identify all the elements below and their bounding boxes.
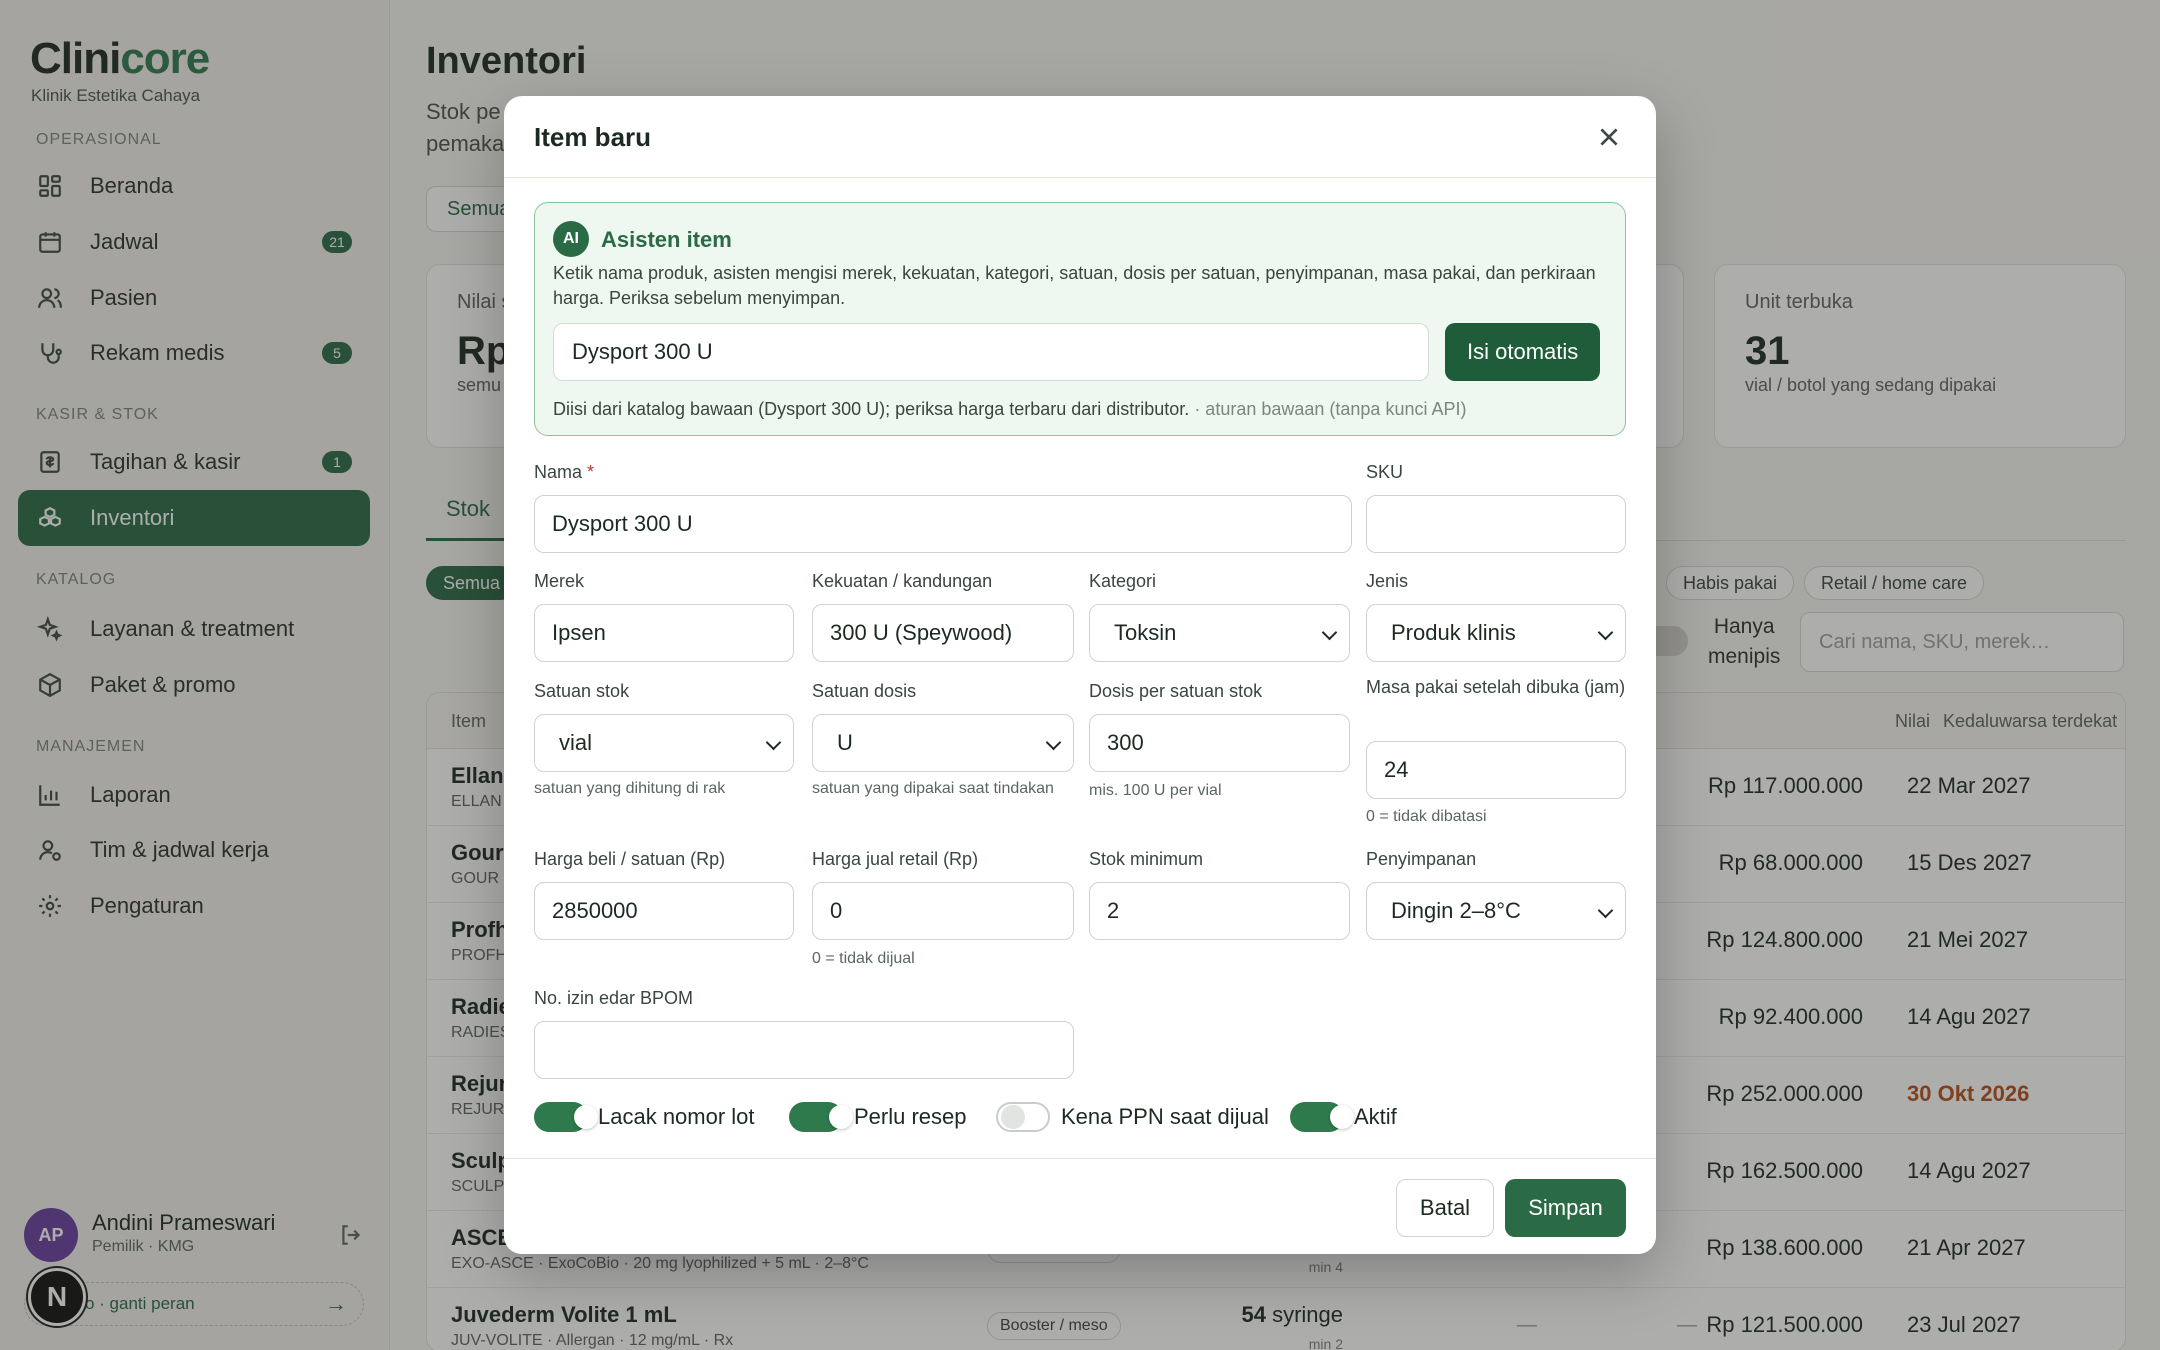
stock-unit-select[interactable]: vial	[534, 714, 794, 772]
new-item-dialog: Item baru AI Asisten item Ketik nama pro…	[504, 96, 1656, 1254]
label-kekuatan: Kekuatan / kandungan	[812, 571, 993, 591]
brand-field[interactable]: Ipsen	[534, 604, 794, 662]
toggle-knob	[829, 1105, 853, 1129]
dialog-title: Item baru	[534, 122, 652, 152]
label-satuan-dosis: Satuan dosis	[812, 681, 917, 701]
hint-harga-jual: 0 = tidak dijual	[812, 950, 915, 967]
hint-masa-pakai: 0 = tidak dibatasi	[1366, 808, 1487, 825]
label-merek: Merek	[534, 571, 585, 591]
dose-unit-select[interactable]: U	[812, 714, 1074, 772]
label-sku: SKU	[1366, 462, 1404, 482]
cancel-button[interactable]: Batal	[1396, 1179, 1494, 1237]
hint-satuan-dosis: satuan yang dipakai saat tindakan	[812, 780, 1054, 797]
sku-field[interactable]	[1366, 495, 1626, 553]
storage-select[interactable]: Dingin 2–8°C	[1366, 882, 1626, 940]
lot-tracking-label: Lacak nomor lot	[598, 1104, 755, 1129]
hint-dosis: mis. 100 U per vial	[1089, 782, 1222, 799]
lot-tracking-toggle[interactable]	[534, 1102, 598, 1132]
prescription-label: Perlu resep	[854, 1104, 967, 1129]
hint-satuan-stok: satuan yang dihitung di rak	[534, 780, 726, 797]
ai-badge: AI	[553, 221, 589, 257]
purchase-price-field[interactable]: 2850000	[534, 882, 794, 940]
type-select[interactable]: Produk klinis	[1366, 604, 1626, 662]
min-stock-field[interactable]: 2	[1089, 882, 1350, 940]
active-toggle[interactable]	[1290, 1102, 1354, 1132]
ai-note: Diisi dari katalog bawaan (Dysport 300 U…	[553, 399, 1467, 419]
label-jenis: Jenis	[1366, 571, 1409, 591]
autofill-button[interactable]: Isi otomatis	[1445, 323, 1601, 381]
label-stok-minimum: Stok minimum	[1089, 849, 1204, 869]
dose-per-unit-field[interactable]: 300	[1089, 714, 1350, 772]
toggle-knob	[1001, 1105, 1025, 1129]
label-penyimpanan: Penyimpanan	[1366, 849, 1477, 869]
name-field[interactable]: Dysport 300 U	[534, 495, 1352, 553]
label-kategori: Kategori	[1089, 571, 1157, 591]
dialog-header: Item baru	[504, 96, 1656, 178]
prescription-toggle[interactable]	[789, 1102, 853, 1132]
label-masa-pakai: Masa pakai setelah dibuka (jam)	[1366, 677, 1626, 697]
ai-product-input[interactable]: Dysport 300 U	[553, 323, 1429, 381]
ai-description: Ketik nama produk, asisten mengisi merek…	[553, 263, 1596, 308]
vat-toggle[interactable]	[996, 1102, 1050, 1132]
ai-title: Asisten item	[601, 227, 732, 252]
label-dosis: Dosis per satuan stok	[1089, 681, 1263, 701]
label-bpom: No. izin edar BPOM	[534, 988, 694, 1008]
strength-field[interactable]: 300 U (Speywood)	[812, 604, 1074, 662]
dialog-footer: Batal Simpan	[504, 1158, 1656, 1254]
label-harga-beli: Harga beli / satuan (Rp)	[534, 849, 726, 869]
close-icon[interactable]	[1596, 124, 1622, 150]
vat-label: Kena PPN saat dijual	[1061, 1104, 1269, 1129]
category-select[interactable]: Toksin	[1089, 604, 1350, 662]
save-button[interactable]: Simpan	[1505, 1179, 1626, 1237]
toggle-knob	[1330, 1105, 1354, 1129]
label-satuan-stok: Satuan stok	[534, 681, 630, 701]
shelf-life-field[interactable]: 24	[1366, 741, 1626, 799]
active-label: Aktif	[1354, 1104, 1397, 1129]
retail-price-field[interactable]: 0	[812, 882, 1074, 940]
label-harga-jual: Harga jual retail (Rp)	[812, 849, 979, 869]
toggle-knob	[574, 1105, 598, 1129]
ai-assistant-panel: AI Asisten item Ketik nama produk, asist…	[534, 202, 1626, 436]
bpom-field[interactable]	[534, 1021, 1074, 1079]
label-nama: Nama *	[534, 462, 595, 482]
